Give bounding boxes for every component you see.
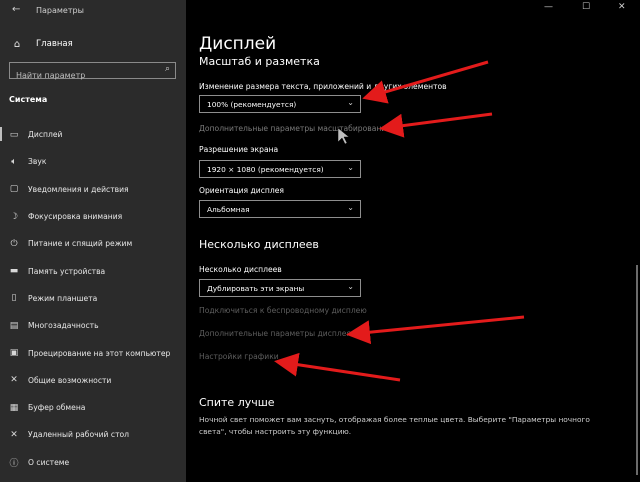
search-icon[interactable]: ⌕ [165,64,170,74]
close-button[interactable]: ✕ [618,2,626,12]
back-arrow-icon[interactable]: ← [12,4,20,15]
moon-icon: ☽ [9,211,19,222]
sidebar-item[interactable]: ▦ Буфер обмена [0,394,186,421]
power-icon: ⏻ [10,238,18,249]
resolution-label: Разрешение экрана [199,145,279,154]
advanced-display-link[interactable]: Дополнительные параметры дисплея [199,329,351,338]
resolution-dropdown-value: 1920 × 1080 (рекомендуется) [207,164,324,174]
multi-display-dropdown[interactable]: Дублировать эти экраны ⌄ [199,279,361,297]
tablet-icon: ▯ [11,293,17,304]
night-light-description: Ночной свет поможет вам заснуть, отображ… [199,415,590,436]
sidebar-item-label: Удаленный рабочий стол [28,430,130,440]
sidebar-item-label: Фокусировка внимания [28,212,123,222]
projection-icon: ▣ [9,348,19,359]
sidebar-item-label: Звук [28,157,47,167]
scale-label: Изменение размера текста, приложений и д… [199,82,447,91]
orientation-label: Ориентация дисплея [199,186,284,195]
sidebar-item[interactable]: ▭ Дисплей [0,121,186,148]
sidebar-item[interactable]: ▣ Проецирование на этот компьютер [0,339,186,366]
sleep-section-title: Спите лучше [199,396,275,409]
home-icon: ⌂ [13,38,21,50]
sidebar-item-label: Дисплей [28,130,63,140]
multitask-icon: ▤ [9,320,19,331]
sidebar-item[interactable]: ▢ Уведомления и действия [0,176,186,203]
scale-dropdown-value: 100% (рекомендуется) [207,99,297,109]
scale-section-title: Масштаб и разметка [199,55,320,68]
shared-icon: ✕ [10,375,18,386]
search-box: ⌕ [9,62,176,83]
sidebar-item[interactable]: ✕ Удаленный рабочий стол [0,421,186,448]
multi-display-section-title: Несколько дисплеев [199,238,319,251]
multi-display-dropdown-value: Дублировать эти экраны [207,283,305,293]
sidebar-item[interactable]: ☽ Фокусировка внимания [0,203,186,230]
sidebar-item-label: Проецирование на этот компьютер [28,348,171,358]
remote-icon: ✕ [10,429,18,440]
sidebar-item[interactable]: ▯ Режим планшета [0,285,186,312]
sidebar-item[interactable]: ⏻ Питание и спящий режим [0,230,186,257]
sidebar-item-label: Уведомления и действия [28,184,129,194]
chevron-down-icon: ⌄ [347,163,354,172]
wireless-display-link[interactable]: Подключиться к беспроводному дисплею [199,306,367,315]
sidebar-item-label: Память устройства [28,266,106,276]
page-title: Дисплей [199,34,277,54]
advanced-scaling-link[interactable]: Дополнительные параметры масштабирования [199,124,391,133]
scrollbar[interactable] [636,265,638,475]
sidebar: ← Параметры ⌂ Главная ⌕ Система ▭ Дисплей… [0,0,186,482]
multi-display-label: Несколько дисплеев [199,265,282,274]
sidebar-item-label: Общие возможности [28,375,112,385]
home-nav-item[interactable]: ⌂ Главная [8,35,183,53]
chevron-down-icon: ⌄ [347,98,354,107]
sidebar-item-label: Многозадачность [28,321,99,331]
speaker-icon: 🔈︎ [11,156,17,167]
info-icon: ⓘ [9,458,19,469]
orientation-dropdown-value: Альбомная [207,204,250,214]
sidebar-item[interactable]: ⓘ О системе [0,449,186,476]
sidebar-item[interactable]: ▬ Память устройства [0,257,186,284]
monitor-icon: ▭ [9,129,19,140]
sidebar-item-label: Режим планшета [28,293,98,303]
scale-dropdown[interactable]: 100% (рекомендуется) ⌄ [199,95,361,113]
sidebar-item[interactable]: ▤ Многозадачность [0,312,186,339]
search-input[interactable] [10,68,155,83]
graphics-settings-link[interactable]: Настройки графики [199,352,279,361]
home-label: Главная [36,39,73,49]
resolution-dropdown[interactable]: 1920 × 1080 (рекомендуется) ⌄ [199,160,361,178]
sidebar-nav: ▭ Дисплей 🔈︎ Звук ▢ Уведомления и действия ☽ Фо… [0,121,186,476]
storage-icon: ▬ [9,266,19,277]
window-title: Параметры [36,6,84,15]
sidebar-section-title: Система [9,95,48,104]
clipboard-icon: ▦ [9,402,19,413]
orientation-dropdown[interactable]: Альбомная ⌄ [199,200,361,218]
sidebar-item[interactable]: 🔈︎ Звук [0,148,186,175]
main-panel: — ☐ ✕ Дисплей Масштаб и разметка Изменен… [186,0,640,482]
sidebar-item[interactable]: ✕ Общие возможности [0,367,186,394]
maximize-button[interactable]: ☐ [582,2,590,12]
minimize-button[interactable]: — [544,2,553,12]
sidebar-item-label: О системе [28,457,70,467]
notification-icon: ▢ [9,184,19,195]
sidebar-item-label: Питание и спящий режим [28,239,133,249]
sidebar-item-label: Буфер обмена [28,403,86,413]
chevron-down-icon: ⌄ [347,282,354,291]
chevron-down-icon: ⌄ [347,203,354,212]
